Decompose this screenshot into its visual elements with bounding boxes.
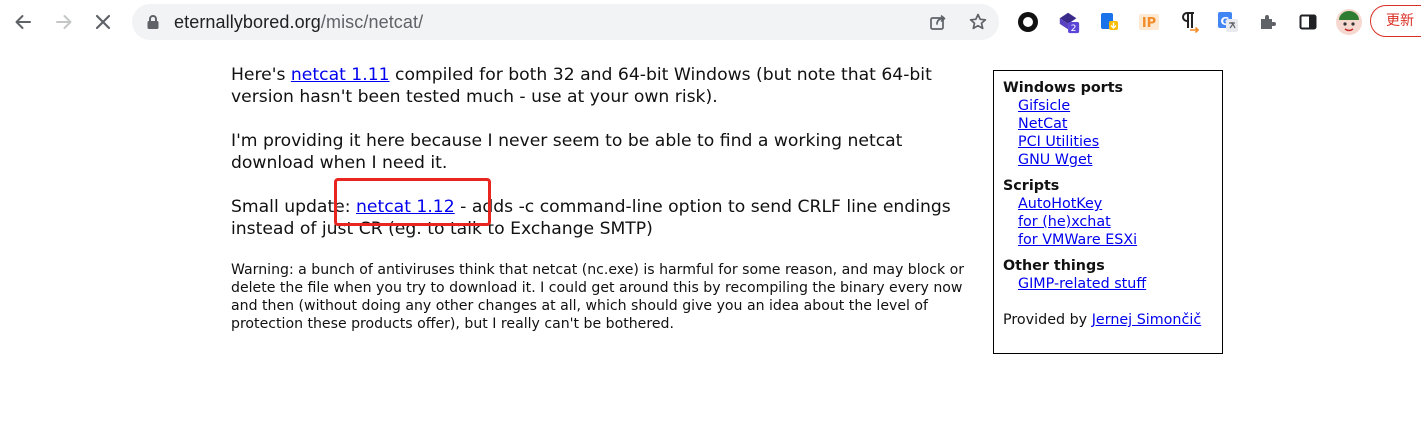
puzzle-icon [1261, 15, 1276, 29]
provided-by-text: Provided by [1003, 312, 1092, 328]
extension-translate-icon[interactable]: G [1216, 10, 1240, 34]
extension-ip-icon[interactable]: IP [1137, 10, 1161, 34]
bookmark-star-icon[interactable] [968, 12, 988, 32]
side-panel-button[interactable] [1296, 10, 1320, 34]
sidebar-link-gifsicle[interactable]: Gifsicle [1018, 98, 1070, 114]
sidebar-link-gnu-wget[interactable]: GNU Wget [1018, 152, 1092, 168]
url-text[interactable]: eternallybored.org/misc/netcat/ [174, 12, 423, 32]
browser-toolbar: eternallybored.org/misc/netcat/ 2 IP G 更… [0, 0, 1421, 44]
extensions-menu-button[interactable] [1256, 10, 1280, 34]
sidebar-heading: Other things [1003, 258, 1105, 274]
sidebar-heading: Windows ports [1003, 80, 1124, 96]
forward-button[interactable] [50, 8, 78, 36]
sidebar-section-scripts: Scripts AutoHotKey for (he)xchat for VMW… [1003, 177, 1213, 249]
sidebar-link-autohotkey[interactable]: AutoHotKey [1018, 196, 1102, 212]
extension-download-icon[interactable] [1097, 10, 1121, 34]
author-link[interactable]: Jernej Simončič [1092, 312, 1202, 328]
sidebar-nav: Windows ports Gifsicle NetCat PCI Utilit… [993, 70, 1223, 354]
intro-text-start: Here's [231, 65, 291, 85]
extension-badge: 2 [1071, 23, 1077, 34]
address-bar[interactable]: eternallybored.org/misc/netcat/ [132, 4, 999, 40]
extension-gem-icon[interactable]: 2 [1057, 10, 1081, 34]
sidebar-link-netcat[interactable]: NetCat [1018, 116, 1067, 132]
stop-loading-button[interactable] [89, 8, 117, 36]
providing-paragraph: I'm providing it here because I never se… [231, 131, 903, 173]
sidebar-link-pci-utilities[interactable]: PCI Utilities [1018, 134, 1099, 150]
extension-ip-label: IP [1142, 16, 1156, 31]
back-arrow-icon [15, 15, 31, 29]
url-host: eternallybored.org [174, 12, 321, 32]
highlight-annotation-box [334, 178, 491, 226]
sidebar-link-vmware-esxi[interactable]: for VMWare ESXi [1018, 232, 1137, 248]
back-button[interactable] [9, 8, 37, 36]
netcat-1-11-link[interactable]: netcat 1.11 [291, 65, 390, 85]
share-icon[interactable] [928, 12, 948, 32]
extension-pilcrow-icon[interactable] [1177, 10, 1201, 34]
sidebar-heading: Scripts [1003, 178, 1060, 194]
provided-by-line: Provided by Jernej Simončič [1003, 311, 1213, 329]
lock-icon[interactable] [146, 14, 160, 30]
sidebar-section-other-things: Other things GIMP-related stuff [1003, 257, 1213, 293]
forward-arrow-icon [56, 15, 72, 29]
intro-paragraph: Here's netcat 1.11 compiled for both 32 … [231, 64, 976, 108]
profile-avatar[interactable] [1335, 8, 1363, 36]
sidebar-link-gimp[interactable]: GIMP-related stuff [1018, 276, 1146, 292]
side-panel-icon [1299, 14, 1317, 30]
stop-loading-icon [95, 14, 111, 30]
sidebar-link-hexchat[interactable]: for (he)xchat [1018, 214, 1111, 230]
sidebar-section-windows-ports: Windows ports Gifsicle NetCat PCI Utilit… [1003, 79, 1213, 169]
url-path: /misc/netcat/ [320, 12, 424, 32]
update-button[interactable]: 更新 [1370, 5, 1421, 37]
extension-obs-icon[interactable] [1016, 10, 1040, 34]
antivirus-warning: Warning: a bunch of antiviruses think th… [231, 262, 965, 332]
